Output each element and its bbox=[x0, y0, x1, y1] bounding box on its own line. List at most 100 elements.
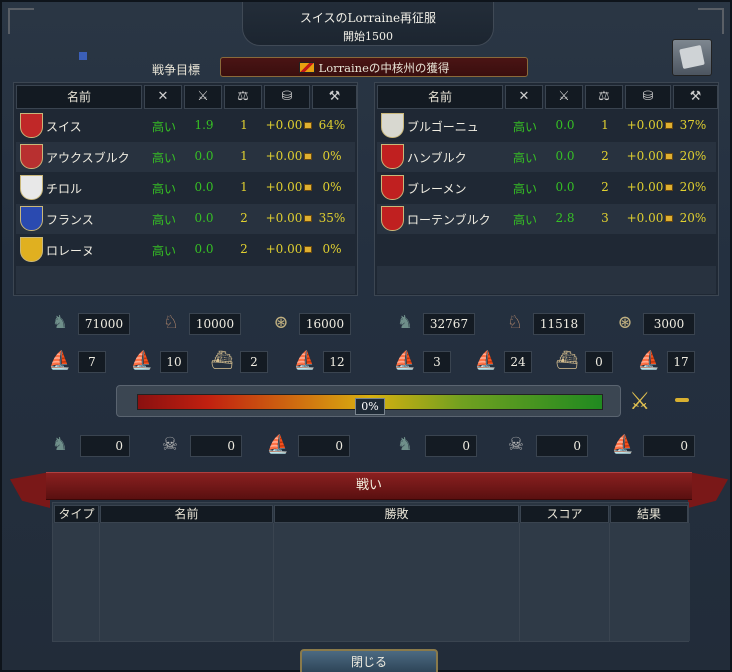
war-goal-box[interactable]: Lorraineの中核州の獲得 bbox=[220, 57, 528, 77]
country-flag-icon[interactable] bbox=[381, 144, 404, 169]
cell-value: +0.00 bbox=[265, 118, 303, 132]
battles-col-result[interactable]: 勝敗 bbox=[274, 505, 519, 523]
empty-row bbox=[16, 266, 355, 294]
country-flag-icon[interactable] bbox=[381, 175, 404, 200]
cell-value: 1 bbox=[240, 149, 248, 163]
infantry-icon: ♞ bbox=[396, 434, 414, 455]
cell-loans: +0.00 bbox=[264, 211, 314, 225]
country-row[interactable]: フランス 高い 0.0 2 +0.00 35% bbox=[16, 204, 355, 234]
cell-value: 0.0 bbox=[194, 180, 214, 194]
battles-table: タイプ 名前 勝敗 スコア 結果 bbox=[52, 502, 690, 642]
cell-contribution: 0% bbox=[312, 149, 352, 163]
country-name: アウクスブルク bbox=[46, 151, 130, 165]
participation-icon: ⚒ bbox=[312, 85, 357, 109]
col-name: 名前 bbox=[377, 85, 503, 109]
country-name: ハンブルク bbox=[407, 151, 467, 165]
cell-contribution: 20% bbox=[673, 180, 713, 194]
battles-col-name[interactable]: 名前 bbox=[100, 505, 273, 523]
cell-weight: 2 bbox=[585, 180, 625, 194]
cell-loans: +0.00 bbox=[264, 149, 314, 163]
collapse-button[interactable] bbox=[675, 398, 689, 402]
cell-morale: 高い bbox=[144, 118, 184, 135]
cell-weight: 1 bbox=[224, 118, 264, 132]
battles-col-outcome[interactable]: 結果 bbox=[610, 505, 688, 523]
country-row[interactable]: ロレーヌ 高い 0.0 2 +0.00 0% bbox=[16, 235, 355, 265]
country-flag-icon[interactable] bbox=[381, 206, 404, 231]
cell-value: +0.00 bbox=[265, 242, 303, 256]
cell-value: 高い bbox=[151, 213, 176, 227]
battles-banner: 戦い bbox=[46, 472, 692, 500]
cell-contribution: 37% bbox=[673, 118, 713, 132]
cell-loans: +0.00 bbox=[264, 242, 314, 256]
country-name: ローテンブルク bbox=[407, 213, 491, 227]
battles-col-score[interactable]: スコア bbox=[520, 505, 609, 523]
defender-cavalry: ♘ 11518 bbox=[501, 312, 585, 335]
cell-contribution: 0% bbox=[312, 180, 352, 194]
country-name: フランス bbox=[46, 213, 94, 227]
loans-icon: ⛁ bbox=[625, 85, 671, 109]
country-row[interactable]: ブルゴーニュ 高い 0.0 1 +0.00 37% bbox=[377, 111, 716, 141]
skull-icon: ☠ bbox=[507, 434, 525, 455]
cell-mil: 0.0 bbox=[184, 180, 224, 194]
defender-heavy-ships: ⛵ 3 bbox=[391, 350, 451, 373]
morale-icon: ✕ bbox=[144, 85, 182, 109]
light-ship-icon: ⛵ bbox=[474, 350, 498, 371]
country-name: ブルゴーニュ bbox=[407, 120, 479, 134]
cell-value: 0.0 bbox=[555, 180, 575, 194]
banner-ribbon-right bbox=[688, 472, 728, 508]
loans-icon: ⛁ bbox=[264, 85, 310, 109]
peace-offer-button[interactable] bbox=[672, 39, 712, 76]
balance-icon: ⚖ bbox=[224, 85, 262, 109]
cell-value: 0.0 bbox=[555, 149, 575, 163]
frame-corner-tl bbox=[8, 8, 34, 34]
battles-col-type[interactable]: タイプ bbox=[54, 505, 99, 523]
cell-value: 2 bbox=[601, 149, 609, 163]
cell-value: 37% bbox=[679, 118, 707, 132]
attacker-naval-losses: ⛵ 0 bbox=[264, 434, 350, 457]
cell-value: 0.0 bbox=[194, 242, 214, 256]
cell-mil: 2.8 bbox=[545, 211, 585, 225]
cell-value: +0.00 bbox=[626, 180, 664, 194]
country-row[interactable]: スイス 高い 1.9 1 +0.00 64% bbox=[16, 111, 355, 141]
cell-weight: 2 bbox=[224, 211, 264, 225]
cell-weight: 2 bbox=[224, 242, 264, 256]
skull-icon: ☠ bbox=[161, 434, 179, 455]
cell-value: 20% bbox=[679, 180, 707, 194]
cell-weight: 1 bbox=[585, 118, 625, 132]
defender-table: 名前 ✕ ⚔ ⚖ ⛁ ⚒ ブルゴーニュ 高い 0.0 1 +0.00 37% ハンブルク 高い… bbox=[374, 82, 719, 296]
cell-morale: 高い bbox=[505, 180, 545, 197]
country-flag-icon[interactable] bbox=[20, 206, 43, 231]
country-row[interactable]: ハンブルク 高い 0.0 2 +0.00 20% bbox=[377, 142, 716, 172]
attacker-table: 名前 ✕ ⚔ ⚖ ⛁ ⚒ スイス 高い 1.9 1 +0.00 64% アウクスブルク 高い 0… bbox=[13, 82, 358, 296]
cell-value: +0.00 bbox=[265, 211, 303, 225]
galley-icon: ⛴ bbox=[555, 350, 579, 371]
country-row[interactable]: ローテンブルク 高い 2.8 3 +0.00 20% bbox=[377, 204, 716, 234]
cell-loans: +0.00 bbox=[625, 211, 675, 225]
cell-contribution: 35% bbox=[312, 211, 352, 225]
war-goal-text: Lorraineの中核州の獲得 bbox=[318, 61, 450, 75]
country-flag-icon[interactable] bbox=[20, 175, 43, 200]
cannon-icon: ⊛ bbox=[273, 312, 289, 333]
defender-transports: ⛵ 17 bbox=[635, 350, 695, 373]
war-title: スイスのLorraine再征服 bbox=[299, 11, 437, 25]
attacker-cavalry: ♘ 10000 bbox=[157, 312, 241, 335]
country-row[interactable]: チロル 高い 0.0 1 +0.00 0% bbox=[16, 173, 355, 203]
country-flag-icon[interactable] bbox=[20, 113, 43, 138]
participation-icon: ⚒ bbox=[673, 85, 718, 109]
cell-value: 0.0 bbox=[194, 211, 214, 225]
country-flag-icon[interactable] bbox=[20, 144, 43, 169]
country-row[interactable]: ブレーメン 高い 0.0 2 +0.00 20% bbox=[377, 173, 716, 203]
cell-value: 20% bbox=[679, 211, 707, 225]
cell-value: 64% bbox=[318, 118, 346, 132]
cell-value: 高い bbox=[151, 182, 176, 196]
attacker-light-ships: ⛵ 10 bbox=[128, 350, 188, 373]
country-flag-icon[interactable] bbox=[381, 113, 404, 138]
cell-value: 1 bbox=[240, 180, 248, 194]
country-flag-icon[interactable] bbox=[20, 237, 43, 262]
close-button[interactable]: 閉じる bbox=[300, 649, 438, 672]
cell-morale: 高い bbox=[144, 149, 184, 166]
cell-contribution: 0% bbox=[312, 242, 352, 256]
battles-col-bg bbox=[100, 523, 274, 641]
country-row[interactable]: アウクスブルク 高い 0.0 1 +0.00 0% bbox=[16, 142, 355, 172]
frame-corner-tr bbox=[698, 8, 724, 34]
